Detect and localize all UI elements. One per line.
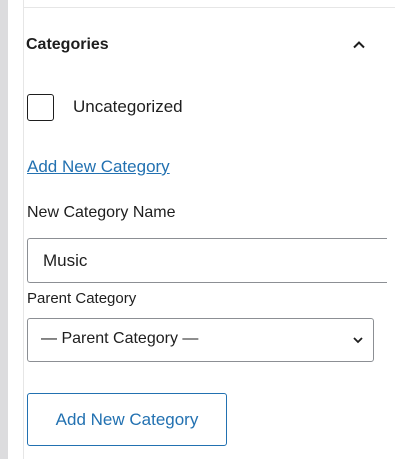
panel-divider <box>24 7 395 8</box>
parent-category-select[interactable]: — Parent Category — <box>27 318 374 362</box>
new-category-name-input[interactable] <box>27 238 387 283</box>
chevron-down-icon <box>353 337 363 344</box>
panel-title: Categories <box>26 36 109 53</box>
add-new-category-link[interactable]: Add New Category <box>27 157 170 177</box>
add-new-category-button[interactable]: Add New Category <box>27 393 227 446</box>
categories-panel <box>23 0 395 459</box>
category-item-uncategorized[interactable]: Uncategorized <box>27 92 183 122</box>
categories-panel-header[interactable]: Categories <box>26 36 370 58</box>
category-label: Uncategorized <box>73 97 183 116</box>
new-category-name-label: New Category Name <box>27 204 176 221</box>
category-checkbox[interactable] <box>27 93 54 121</box>
parent-category-label: Parent Category <box>27 290 137 307</box>
collapse-panel-button[interactable] <box>348 34 370 56</box>
sidebar-edge <box>0 0 8 459</box>
editor-sidebar: Categories Uncategorized Add New Categor… <box>0 0 395 459</box>
parent-category-selected: — Parent Category — <box>41 330 199 347</box>
chevron-up-icon <box>353 41 365 49</box>
